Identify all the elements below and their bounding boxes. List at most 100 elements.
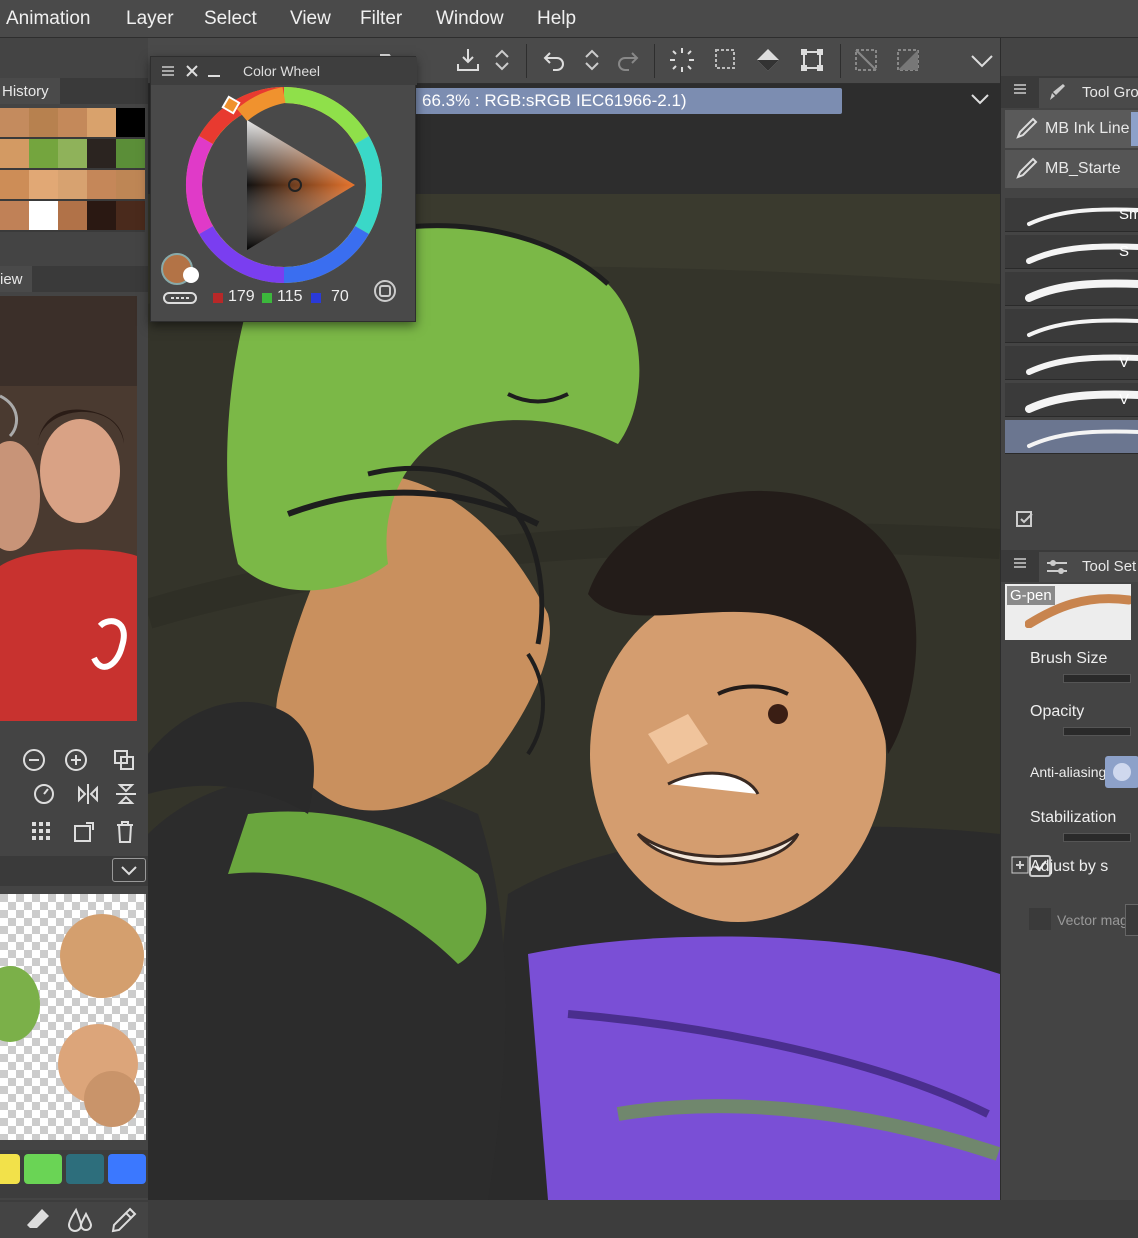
trash-icon[interactable]: [114, 820, 136, 844]
menu-icon[interactable]: [161, 64, 175, 78]
zoom-out-icon[interactable]: [22, 748, 46, 772]
menu-icon[interactable]: [1013, 556, 1027, 570]
brush-stroke-item[interactable]: [1005, 420, 1138, 454]
menu-view[interactable]: View: [290, 8, 331, 30]
palette-color-cell[interactable]: [87, 139, 116, 168]
chevron-down-icon[interactable]: [968, 46, 996, 74]
eraser-icon[interactable]: [24, 1206, 52, 1234]
flip-horizontal-icon[interactable]: [76, 782, 100, 806]
brush-stroke-item[interactable]: Sm: [1005, 198, 1138, 232]
loading-icon[interactable]: [668, 46, 696, 74]
deselect-icon[interactable]: [852, 46, 880, 74]
anti-aliasing-toggle[interactable]: [1105, 756, 1138, 788]
palette-color-cell[interactable]: [116, 139, 145, 168]
menu-filter[interactable]: Filter: [360, 8, 402, 30]
palette-color-cell[interactable]: [0, 139, 29, 168]
opacity-slider[interactable]: [1063, 727, 1131, 736]
brush-item-ink[interactable]: MB Ink Line: [1005, 110, 1138, 148]
brush-stroke-item[interactable]: S: [1005, 235, 1138, 269]
menu-layer[interactable]: Layer: [126, 8, 174, 30]
palette-color-cell[interactable]: [116, 201, 145, 230]
vector-checkbox[interactable]: [1029, 908, 1051, 930]
brush-stroke-label: V: [1119, 391, 1130, 408]
artwork-canvas[interactable]: [148, 194, 1000, 1200]
close-icon[interactable]: [185, 64, 199, 78]
menu-select[interactable]: Select: [204, 8, 257, 30]
reference-photo: [0, 296, 137, 721]
palette-color-cell[interactable]: [0, 108, 29, 137]
palette-color-cell[interactable]: [29, 108, 58, 137]
palette-color-cell[interactable]: [116, 170, 145, 199]
palette-color-cell[interactable]: [29, 201, 58, 230]
red-value: 179: [228, 288, 255, 305]
menu-help[interactable]: Help: [537, 8, 576, 30]
tab-tool-settings[interactable]: Tool Set: [1039, 552, 1138, 582]
chevron-down-icon[interactable]: [966, 88, 994, 110]
grid-icon[interactable]: [30, 820, 52, 842]
brush-stroke-item[interactable]: V: [1005, 383, 1138, 417]
gpen-preview[interactable]: G-pen: [1005, 584, 1131, 640]
tab-navigator[interactable]: iew: [0, 266, 32, 292]
palette-color-cell[interactable]: [58, 201, 87, 230]
palette-color-cell[interactable]: [29, 139, 58, 168]
menu-animation[interactable]: Animation: [6, 8, 91, 30]
palette-color-cell[interactable]: [87, 170, 116, 199]
rotate-icon[interactable]: [32, 782, 56, 806]
menu-window[interactable]: Window: [436, 8, 504, 30]
brush-stroke-item[interactable]: [1005, 309, 1138, 343]
tool-icon-row: [0, 1202, 148, 1238]
status-bar: 66.3% : RGB:sRGB IEC61966-2.1): [414, 88, 842, 114]
sub-tool-settings-icon[interactable]: [1015, 510, 1037, 532]
settings-icon[interactable]: [373, 279, 397, 303]
fill-icon[interactable]: [754, 46, 782, 74]
blend-icon[interactable]: [66, 1206, 94, 1234]
menu-icon[interactable]: [1013, 82, 1027, 96]
stabilization-slider[interactable]: [1063, 833, 1131, 842]
undo-icon[interactable]: [540, 46, 568, 74]
palette-color-cell[interactable]: [58, 108, 87, 137]
sliders-icon: [1047, 560, 1067, 574]
color-swatch[interactable]: [24, 1154, 62, 1184]
palette-color-cell[interactable]: [58, 170, 87, 199]
navigator-tab-bar: iew: [0, 266, 148, 292]
palette-color-cell[interactable]: [0, 170, 29, 199]
palette-color-cell[interactable]: [58, 139, 87, 168]
brush-item-starter[interactable]: MB_Starte: [1005, 150, 1138, 188]
eyedropper-icon[interactable]: [110, 1206, 138, 1234]
pen-icon: [1016, 157, 1038, 179]
color-swatch[interactable]: [108, 1154, 146, 1184]
export-icon[interactable]: [454, 46, 482, 74]
minimize-icon[interactable]: [207, 64, 221, 78]
brush-size-slider[interactable]: [1063, 674, 1131, 683]
right-panel: Tool Gro MB Ink Line MB_Starte Sm S V V Too…: [1000, 38, 1138, 1200]
palette-color-cell[interactable]: [87, 201, 116, 230]
sub-color-chip[interactable]: [183, 267, 199, 283]
expand-icon[interactable]: [1011, 856, 1029, 874]
history-tab-bar: History: [0, 78, 148, 104]
anti-aliasing-icon: [1113, 763, 1131, 781]
redo-icon[interactable]: [614, 46, 642, 74]
fit-view-icon[interactable]: [112, 748, 136, 772]
tab-history[interactable]: History: [0, 78, 60, 104]
color-swatch[interactable]: [0, 1154, 20, 1184]
tab-tool-group[interactable]: Tool Gro: [1039, 78, 1138, 108]
brush-stroke-item[interactable]: [1005, 272, 1138, 306]
invert-selection-icon[interactable]: [894, 46, 922, 74]
transform-icon[interactable]: [798, 46, 826, 74]
new-layer-icon[interactable]: [72, 820, 96, 844]
palette-color-cell[interactable]: [29, 170, 58, 199]
color-swatch[interactable]: [66, 1154, 104, 1184]
vector-dropdown[interactable]: [1125, 904, 1138, 936]
palette-color-cell[interactable]: [87, 108, 116, 137]
chevron-updown-icon[interactable]: [492, 46, 512, 74]
zoom-in-icon[interactable]: [64, 748, 88, 772]
swap-color-icon[interactable]: [163, 291, 197, 305]
chevron-updown-icon[interactable]: [582, 46, 602, 74]
hue-ring[interactable]: [179, 85, 389, 285]
brush-stroke-item[interactable]: V: [1005, 346, 1138, 380]
palette-color-cell[interactable]: [116, 108, 145, 137]
palette-color-cell[interactable]: [0, 201, 29, 230]
flip-vertical-icon[interactable]: [114, 782, 138, 806]
dropdown-button[interactable]: [112, 858, 146, 882]
selection-icon[interactable]: [712, 46, 740, 74]
